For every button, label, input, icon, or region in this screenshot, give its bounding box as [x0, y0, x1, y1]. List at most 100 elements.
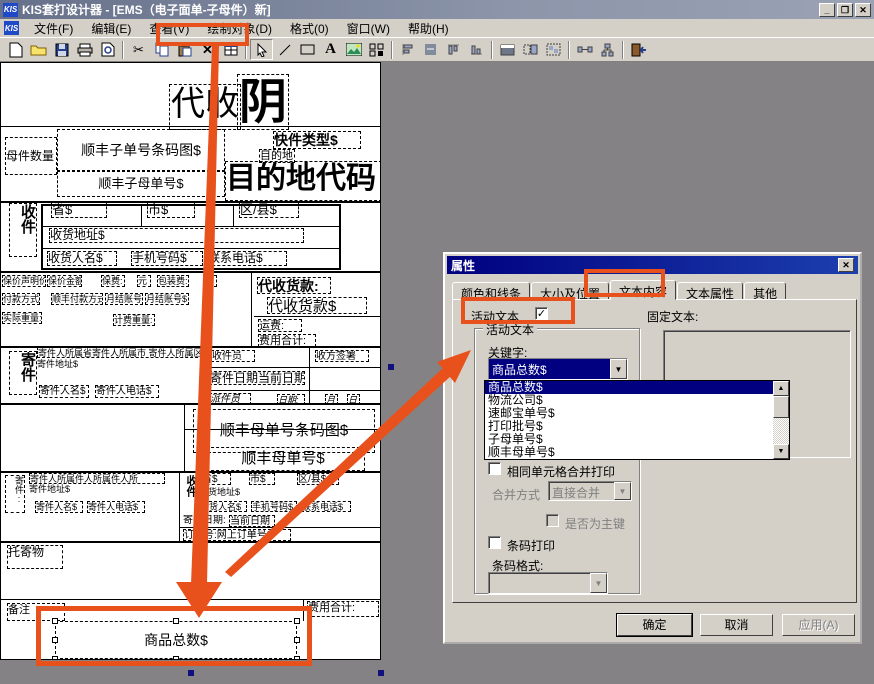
- align-left-icon[interactable]: [396, 39, 419, 60]
- field-recv-title[interactable]: 收件: [9, 203, 37, 257]
- ok-button[interactable]: 确定: [617, 614, 692, 636]
- field-sender2-phone[interactable]: 寄件人电话$: [87, 501, 145, 513]
- page-handle[interactable]: [388, 364, 394, 370]
- exit-door-icon[interactable]: [627, 39, 650, 60]
- resize-handle[interactable]: [173, 656, 179, 660]
- field-phone[interactable]: 联系电话$: [207, 251, 287, 266]
- field-insured-amount[interactable]: 保价金额: [47, 275, 82, 287]
- align-bottom-icon[interactable]: [465, 39, 488, 60]
- menu-draw-object[interactable]: 绘制对象(D): [198, 18, 281, 39]
- cut-icon[interactable]: ✂: [127, 39, 150, 60]
- field-sender-name[interactable]: 寄件人名$: [39, 385, 89, 398]
- tab-text-attrs[interactable]: 文本属性: [677, 282, 743, 300]
- select-cursor-icon[interactable]: [250, 39, 273, 60]
- rectangle-tool-icon[interactable]: [296, 39, 319, 60]
- field-collect-title[interactable]: 代收: [169, 84, 241, 130]
- menu-help[interactable]: 帮助(H): [399, 18, 458, 39]
- field-sender-phone[interactable]: 寄件人电话$: [95, 385, 159, 398]
- image-tool-icon[interactable]: [342, 39, 365, 60]
- paste-icon[interactable]: [173, 39, 196, 60]
- field-attach-title[interactable]: 阴: [237, 74, 289, 130]
- field-send-date2[interactable]: 寄件日期:: [183, 515, 227, 527]
- field-yuan-1[interactable]: 元: [137, 275, 151, 287]
- combo-dropdown-icon[interactable]: ▼: [610, 359, 627, 379]
- field-send-date[interactable]: 寄件日期当前日期: [209, 371, 305, 385]
- tab-size-position[interactable]: 大小及位置: [531, 282, 609, 300]
- field-district2[interactable]: 区/县$: [297, 473, 339, 485]
- menu-view[interactable]: 查看(V): [140, 18, 198, 39]
- resize-handle[interactable]: [173, 618, 179, 624]
- dialog-title-bar[interactable]: 属性 ✕: [447, 256, 858, 274]
- field-province[interactable]: 省$: [51, 202, 107, 218]
- selected-object[interactable]: 商品总数$: [55, 621, 297, 659]
- menu-window[interactable]: 窗口(W): [338, 18, 399, 39]
- scroll-down-icon[interactable]: ▼: [773, 444, 789, 459]
- scroll-up-icon[interactable]: ▲: [773, 381, 789, 396]
- field-child-barcode[interactable]: 顺丰子单号条码图$: [57, 129, 225, 171]
- group-objects-icon[interactable]: [542, 39, 565, 60]
- field-city2[interactable]: 市$: [249, 473, 275, 485]
- field-actual-weight[interactable]: 实际重量:: [2, 312, 42, 324]
- copy-icon[interactable]: [150, 39, 173, 60]
- align-center-icon[interactable]: [419, 39, 442, 60]
- field-sender-region[interactable]: 寄件人所属省寄件人所属市 寄件人所属区: [37, 347, 203, 358]
- print-preview-icon[interactable]: [96, 39, 119, 60]
- frame-tool-icon[interactable]: [496, 39, 519, 60]
- save-icon[interactable]: [50, 39, 73, 60]
- close-button[interactable]: ✕: [855, 3, 871, 17]
- page-handle[interactable]: [188, 670, 194, 676]
- field-premium[interactable]: 保费:: [101, 275, 125, 287]
- list-scrollbar[interactable]: ▲ ▼: [773, 381, 789, 459]
- field-recv-sign[interactable]: 收方签署: [315, 350, 369, 362]
- field-pay-method[interactable]: 付款方式:: [2, 293, 40, 305]
- active-text-checkbox[interactable]: ✓: [535, 307, 548, 320]
- field-bill-weight[interactable]: 计费重量:: [113, 314, 155, 326]
- keyword-combobox[interactable]: 商品总数$ ▼: [488, 358, 628, 380]
- scroll-thumb[interactable]: [773, 396, 789, 418]
- field-recv-addr[interactable]: 收货地址$: [49, 228, 304, 243]
- field-courier-recv[interactable]: 收件员: [211, 350, 255, 362]
- dropdown-option[interactable]: 顺丰母单号$: [485, 446, 773, 459]
- field-monthly-label[interactable]: 月结账号:: [105, 293, 143, 305]
- resize-handle[interactable]: [52, 618, 58, 624]
- menu-format[interactable]: 格式(0): [281, 18, 338, 39]
- cancel-button[interactable]: 取消: [700, 614, 773, 636]
- field-send-title[interactable]: 寄件: [9, 351, 37, 395]
- field-cod-value[interactable]: 代收货款$: [267, 297, 367, 314]
- field-recv2-name[interactable]: 收货人名$: [199, 501, 247, 512]
- field-fee-total2[interactable]: 费用合计:: [307, 601, 379, 617]
- field-parent-count[interactable]: 母件数量: [5, 137, 57, 175]
- new-file-icon[interactable]: [4, 39, 27, 60]
- properties-grid-icon[interactable]: [219, 39, 242, 60]
- field-sf-pay[interactable]: 顺丰付款方式: [51, 293, 103, 305]
- field-current-date[interactable]: 当前日期: [229, 515, 275, 527]
- tab-text-content[interactable]: 文本内容: [610, 280, 676, 300]
- merge-print-checkbox[interactable]: [488, 462, 501, 475]
- field-child-parent-no[interactable]: 顺丰子母单号$: [57, 171, 225, 197]
- text-tool-icon[interactable]: A: [319, 39, 342, 60]
- field-phone2[interactable]: 联系电话$: [301, 501, 351, 512]
- minimize-button[interactable]: _: [819, 3, 835, 17]
- align-top-icon[interactable]: [442, 39, 465, 60]
- field-order-no[interactable]: 订单号:网上订单号$: [183, 529, 291, 541]
- structure-icon[interactable]: [596, 39, 619, 60]
- open-folder-icon[interactable]: [27, 39, 50, 60]
- tab-colors-lines[interactable]: 颜色和线条: [452, 282, 530, 300]
- field-send2-addr[interactable]: 寄件地址$: [29, 484, 91, 494]
- field-send-addr[interactable]: 寄件地址$: [37, 359, 107, 370]
- field-monthly-no[interactable]: 月结账号$: [145, 293, 189, 305]
- menu-edit[interactable]: 编辑(E): [82, 18, 140, 39]
- apply-button[interactable]: 应用(A): [782, 614, 855, 636]
- field-freight[interactable]: 运费:: [258, 319, 302, 332]
- field-recv2-title[interactable]: 收件: [183, 475, 197, 505]
- field-dest-code[interactable]: 目的地代码: [225, 161, 381, 201]
- delete-icon[interactable]: ✕: [196, 39, 219, 60]
- field-parent-no[interactable]: 顺丰母单号$: [201, 447, 365, 471]
- field-mobile[interactable]: 手机号码$: [131, 251, 203, 266]
- field-province2[interactable]: 省$: [201, 473, 231, 485]
- field-recv-name[interactable]: 收货人名$: [47, 251, 117, 266]
- resize-handle[interactable]: [52, 637, 58, 643]
- line-tool-icon[interactable]: [273, 39, 296, 60]
- field-sender2-name[interactable]: 寄件人名$: [35, 501, 83, 513]
- page-handle[interactable]: [378, 670, 384, 676]
